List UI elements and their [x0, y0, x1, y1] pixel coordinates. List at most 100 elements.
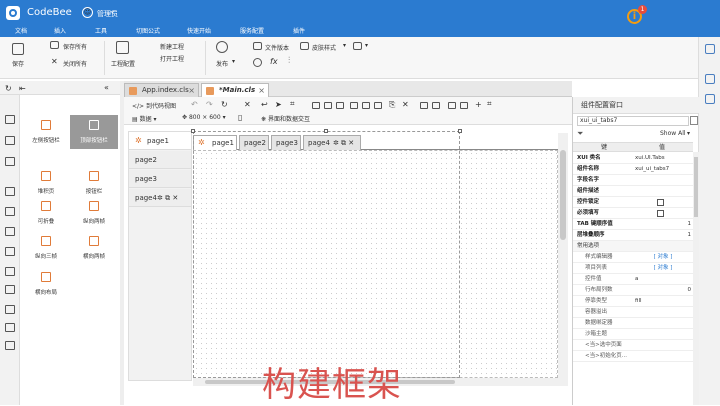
grid-icon[interactable]	[705, 94, 715, 104]
globe-icon[interactable]	[216, 41, 228, 53]
category-icon-link[interactable]	[5, 267, 15, 276]
close-icon[interactable]: ×	[188, 84, 195, 97]
palette-item[interactable]: 顶部按钮栏	[70, 115, 118, 149]
property-value[interactable]: [ 对象 ]	[635, 263, 691, 274]
show-all-select[interactable]: Show All	[660, 130, 686, 137]
align-center-icon[interactable]	[324, 102, 332, 109]
user-icon[interactable]: ☺	[82, 7, 93, 18]
collapse-icon[interactable]: «	[104, 83, 109, 92]
palette-item[interactable]: 纵向两帧	[70, 196, 118, 230]
align-top-icon[interactable]	[350, 102, 358, 109]
save-all-icon[interactable]	[50, 41, 59, 49]
property-value[interactable]: 1	[635, 230, 692, 241]
category-icon-media[interactable]	[5, 247, 15, 256]
open-project-button[interactable]: 打开工程	[160, 54, 184, 63]
menu-item-plugins[interactable]: 插件	[293, 28, 305, 36]
menu-item-service[interactable]: 服务配置	[240, 28, 264, 36]
refresh-icon[interactable]: ↻	[5, 84, 12, 93]
plus-icon[interactable]: +	[475, 100, 482, 109]
chevron-down-icon[interactable]: ▾	[232, 58, 235, 65]
properties-scroll-thumb[interactable]	[694, 157, 698, 217]
palette-item[interactable]: 横向两帧	[70, 231, 118, 265]
chevron-down-icon[interactable]: ▾	[687, 130, 690, 137]
resize-handle[interactable]	[458, 129, 462, 133]
mobile-icon[interactable]: ▯	[238, 113, 242, 122]
vertical-scroll-thumb[interactable]	[560, 150, 566, 240]
file-version-icon[interactable]	[253, 42, 262, 50]
property-row[interactable]: 组件名称 xui_ui_tabs7	[573, 164, 693, 175]
palette-item[interactable]: 横向布局	[22, 267, 70, 301]
property-row[interactable]: XUI 类名 xui.UI.Tabs	[573, 153, 693, 164]
resize-handle[interactable]	[324, 129, 328, 133]
property-row[interactable]: 常用选项	[573, 241, 693, 252]
property-row[interactable]: 组件描述	[573, 186, 693, 197]
redo-icon[interactable]: ↷	[206, 100, 213, 109]
category-icon-back[interactable]	[5, 341, 15, 350]
property-row[interactable]: TAB 键顺序值 1	[573, 219, 693, 230]
property-row[interactable]: 必须填写	[573, 208, 693, 219]
align-middle-icon[interactable]	[362, 102, 370, 109]
property-value[interactable]: xui_ui_tabs7	[635, 164, 691, 175]
vertical-tab[interactable]: page2	[129, 151, 191, 169]
palette-item[interactable]: 纵向三帧	[22, 231, 70, 265]
category-icon-shape[interactable]	[5, 285, 15, 294]
size-selector[interactable]: ✥ 800 × 600 ▾	[182, 114, 226, 121]
tab-action-icons[interactable]: ✲ ⧉ ✕	[157, 189, 178, 207]
property-value[interactable]: a	[635, 274, 691, 285]
close-all-button[interactable]: 关闭所有	[63, 59, 87, 68]
database-icon[interactable]	[705, 74, 715, 84]
save-button[interactable]: 保存	[12, 59, 24, 68]
category-icon-tabs[interactable]	[5, 136, 15, 145]
category-icon-chart[interactable]	[5, 207, 15, 216]
category-icon-menu[interactable]	[5, 323, 15, 332]
menu-item-slice[interactable]: 切图公式	[136, 28, 160, 36]
property-row[interactable]: <当>选中页面	[573, 340, 693, 351]
same-height-icon[interactable]	[460, 102, 468, 109]
sitemap-icon[interactable]	[253, 58, 262, 67]
property-row[interactable]: 控件锁定	[573, 197, 693, 208]
back-icon[interactable]: ↩	[261, 100, 268, 109]
property-row[interactable]: 行布局列数 0	[573, 285, 693, 296]
property-row[interactable]: 样式编辑器 [ 对象 ]	[573, 252, 693, 263]
close-icon[interactable]: ×	[258, 84, 265, 97]
resize-handle[interactable]	[191, 129, 195, 133]
category-icon-grid[interactable]	[5, 187, 15, 196]
filter-icon[interactable]: ⏷	[577, 129, 583, 139]
back-icon[interactable]: ⇤	[19, 84, 26, 93]
delete-icon[interactable]: ✕	[402, 100, 409, 109]
property-value[interactable]: 0	[635, 285, 692, 296]
window-icon[interactable]	[705, 44, 715, 54]
vertical-tabs-component[interactable]: ✲ page1 page2 page3 page4 ✲ ⧉ ✕	[128, 131, 192, 381]
bring-front-icon[interactable]	[420, 102, 428, 109]
chevron-down-icon[interactable]: ▾	[343, 42, 346, 49]
property-row[interactable]: 层堆叠顺序 1	[573, 230, 693, 241]
copy-icon[interactable]: ⎘	[389, 100, 395, 110]
sliders-icon[interactable]: ⫶	[288, 56, 290, 66]
new-project-button[interactable]: 新建工程	[160, 42, 184, 51]
vertical-tab[interactable]: page4 ✲ ⧉ ✕	[129, 189, 191, 207]
skin-style-button[interactable]: 皮肤样式	[312, 43, 336, 52]
external-link-icon[interactable]	[690, 116, 698, 125]
property-value[interactable]: 1	[635, 219, 692, 230]
vertical-tab[interactable]: page3	[129, 170, 191, 188]
publish-button[interactable]: 发布	[216, 59, 228, 68]
interface-data-button[interactable]: ❋ 界面和数据交互	[261, 114, 310, 123]
category-icon-list[interactable]	[5, 305, 15, 314]
align-right-icon[interactable]	[336, 102, 344, 109]
grid-icon[interactable]: ⌗	[487, 99, 492, 109]
menu-item-document[interactable]: 文档	[15, 28, 27, 36]
send-icon[interactable]: ➤	[275, 100, 282, 109]
fx-icon[interactable]: fx	[270, 57, 278, 66]
delete-icon[interactable]: ✕	[244, 100, 251, 109]
property-row[interactable]: <当>初始化页...	[573, 351, 693, 362]
file-tab[interactable]: App.index.cls ×	[124, 83, 199, 97]
palette-item[interactable]: 按钮栏	[70, 166, 118, 200]
send-back-icon[interactable]	[432, 102, 440, 109]
file-version-button[interactable]: 文件版本	[265, 43, 289, 52]
palette-item[interactable]: 左侧按钮栏	[22, 115, 70, 149]
vertical-tab[interactable]: ✲ page1	[129, 132, 191, 150]
file-tab-active[interactable]: *Main.cls ×	[201, 83, 269, 97]
menu-item-insert[interactable]: 插入	[54, 28, 66, 36]
refresh-icon[interactable]: ↻	[221, 100, 228, 109]
align-left-icon[interactable]	[312, 102, 320, 109]
